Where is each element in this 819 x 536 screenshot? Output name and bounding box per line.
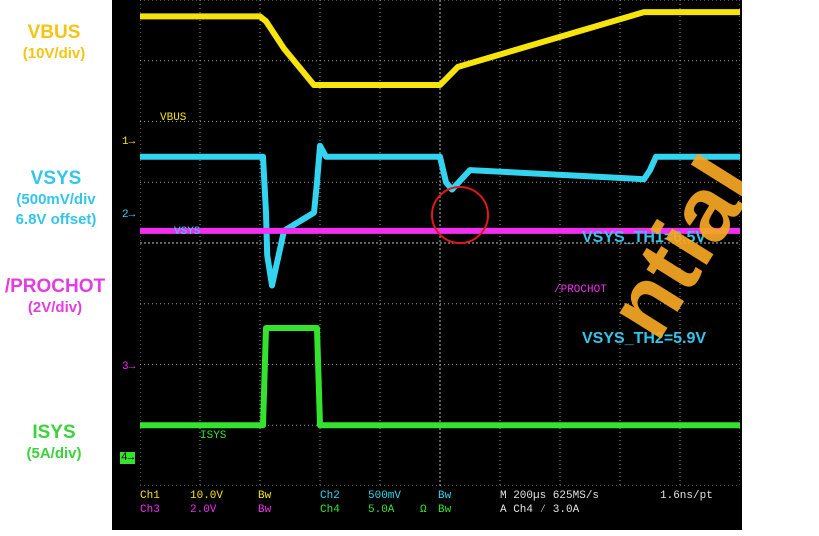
ch2-label: Ch2 [320, 490, 340, 502]
vbus-side-label: VBUS (10V/div) [8, 22, 100, 64]
ch4-scale: 5.0A [368, 504, 395, 516]
ch3-marker: 3→ [122, 361, 136, 373]
vbus-name: VBUS [27, 22, 81, 43]
scope-readout: Ch1 10.0V Bw Ch2 500mV Bw M 200µs 625MS/… [112, 486, 742, 530]
ch4-ohm: Ω [420, 504, 427, 516]
trigger-readout: A Ch4 ⁄ 3.0A [500, 504, 580, 516]
ch1-bw: Bw [258, 490, 272, 502]
resolution: 1.6ns/pt [660, 490, 713, 502]
ch3-scale: 2.0V [190, 504, 217, 516]
vsys-side-label: VSYS (500mV/div 6.8V offset) [0, 168, 112, 230]
ch1-marker-label: 1 [122, 136, 129, 148]
isys-scale: (5A/div) [26, 445, 82, 462]
timebase: M 200µs 625MS/s [500, 490, 600, 502]
ch2-scale: 500mV [368, 490, 402, 502]
ch4-marker: 4→ [120, 452, 136, 464]
ch3-marker-label: 3 [122, 361, 129, 373]
prochot-name: /PROCHOT [4, 276, 106, 297]
ch4-bw: Bw [438, 504, 452, 516]
ch3-bw: Bw [258, 504, 272, 516]
ch1-label: Ch1 [140, 490, 160, 502]
oscilloscope-screen: 1→ 2→ 3→ 4→ VBUS VSYS /PROCHOT ISYS VSYS… [112, 0, 742, 530]
isys-trace-label: ISYS [200, 430, 227, 442]
vbus-scale: (10V/div) [22, 45, 86, 62]
ch2-bw: Bw [438, 490, 452, 502]
prochot-scale: (2V/div) [27, 299, 83, 316]
ch1-marker: 1→ [122, 136, 136, 148]
vsys-trace-label: VSYS [174, 226, 201, 238]
ch1-scale: 10.0V [190, 490, 224, 502]
undershoot-circle [431, 186, 489, 244]
ch3-label: Ch3 [140, 504, 160, 516]
prochot-side-label: /PROCHOT (2V/div) [0, 276, 116, 318]
ch4-label: Ch4 [320, 504, 340, 516]
vsys-scale: (500mV/div [16, 191, 96, 208]
vsys-offset: 6.8V offset) [15, 211, 97, 228]
isys-name: ISYS [32, 422, 76, 443]
isys-side-label: ISYS (5A/div) [8, 422, 100, 464]
ch2-marker-label: 2 [122, 209, 129, 221]
vbus-trace-label: VBUS [160, 112, 187, 124]
ch2-marker: 2→ [122, 209, 136, 221]
ch4-marker-label: 4 [121, 452, 128, 464]
vsys-name: VSYS [30, 168, 82, 189]
